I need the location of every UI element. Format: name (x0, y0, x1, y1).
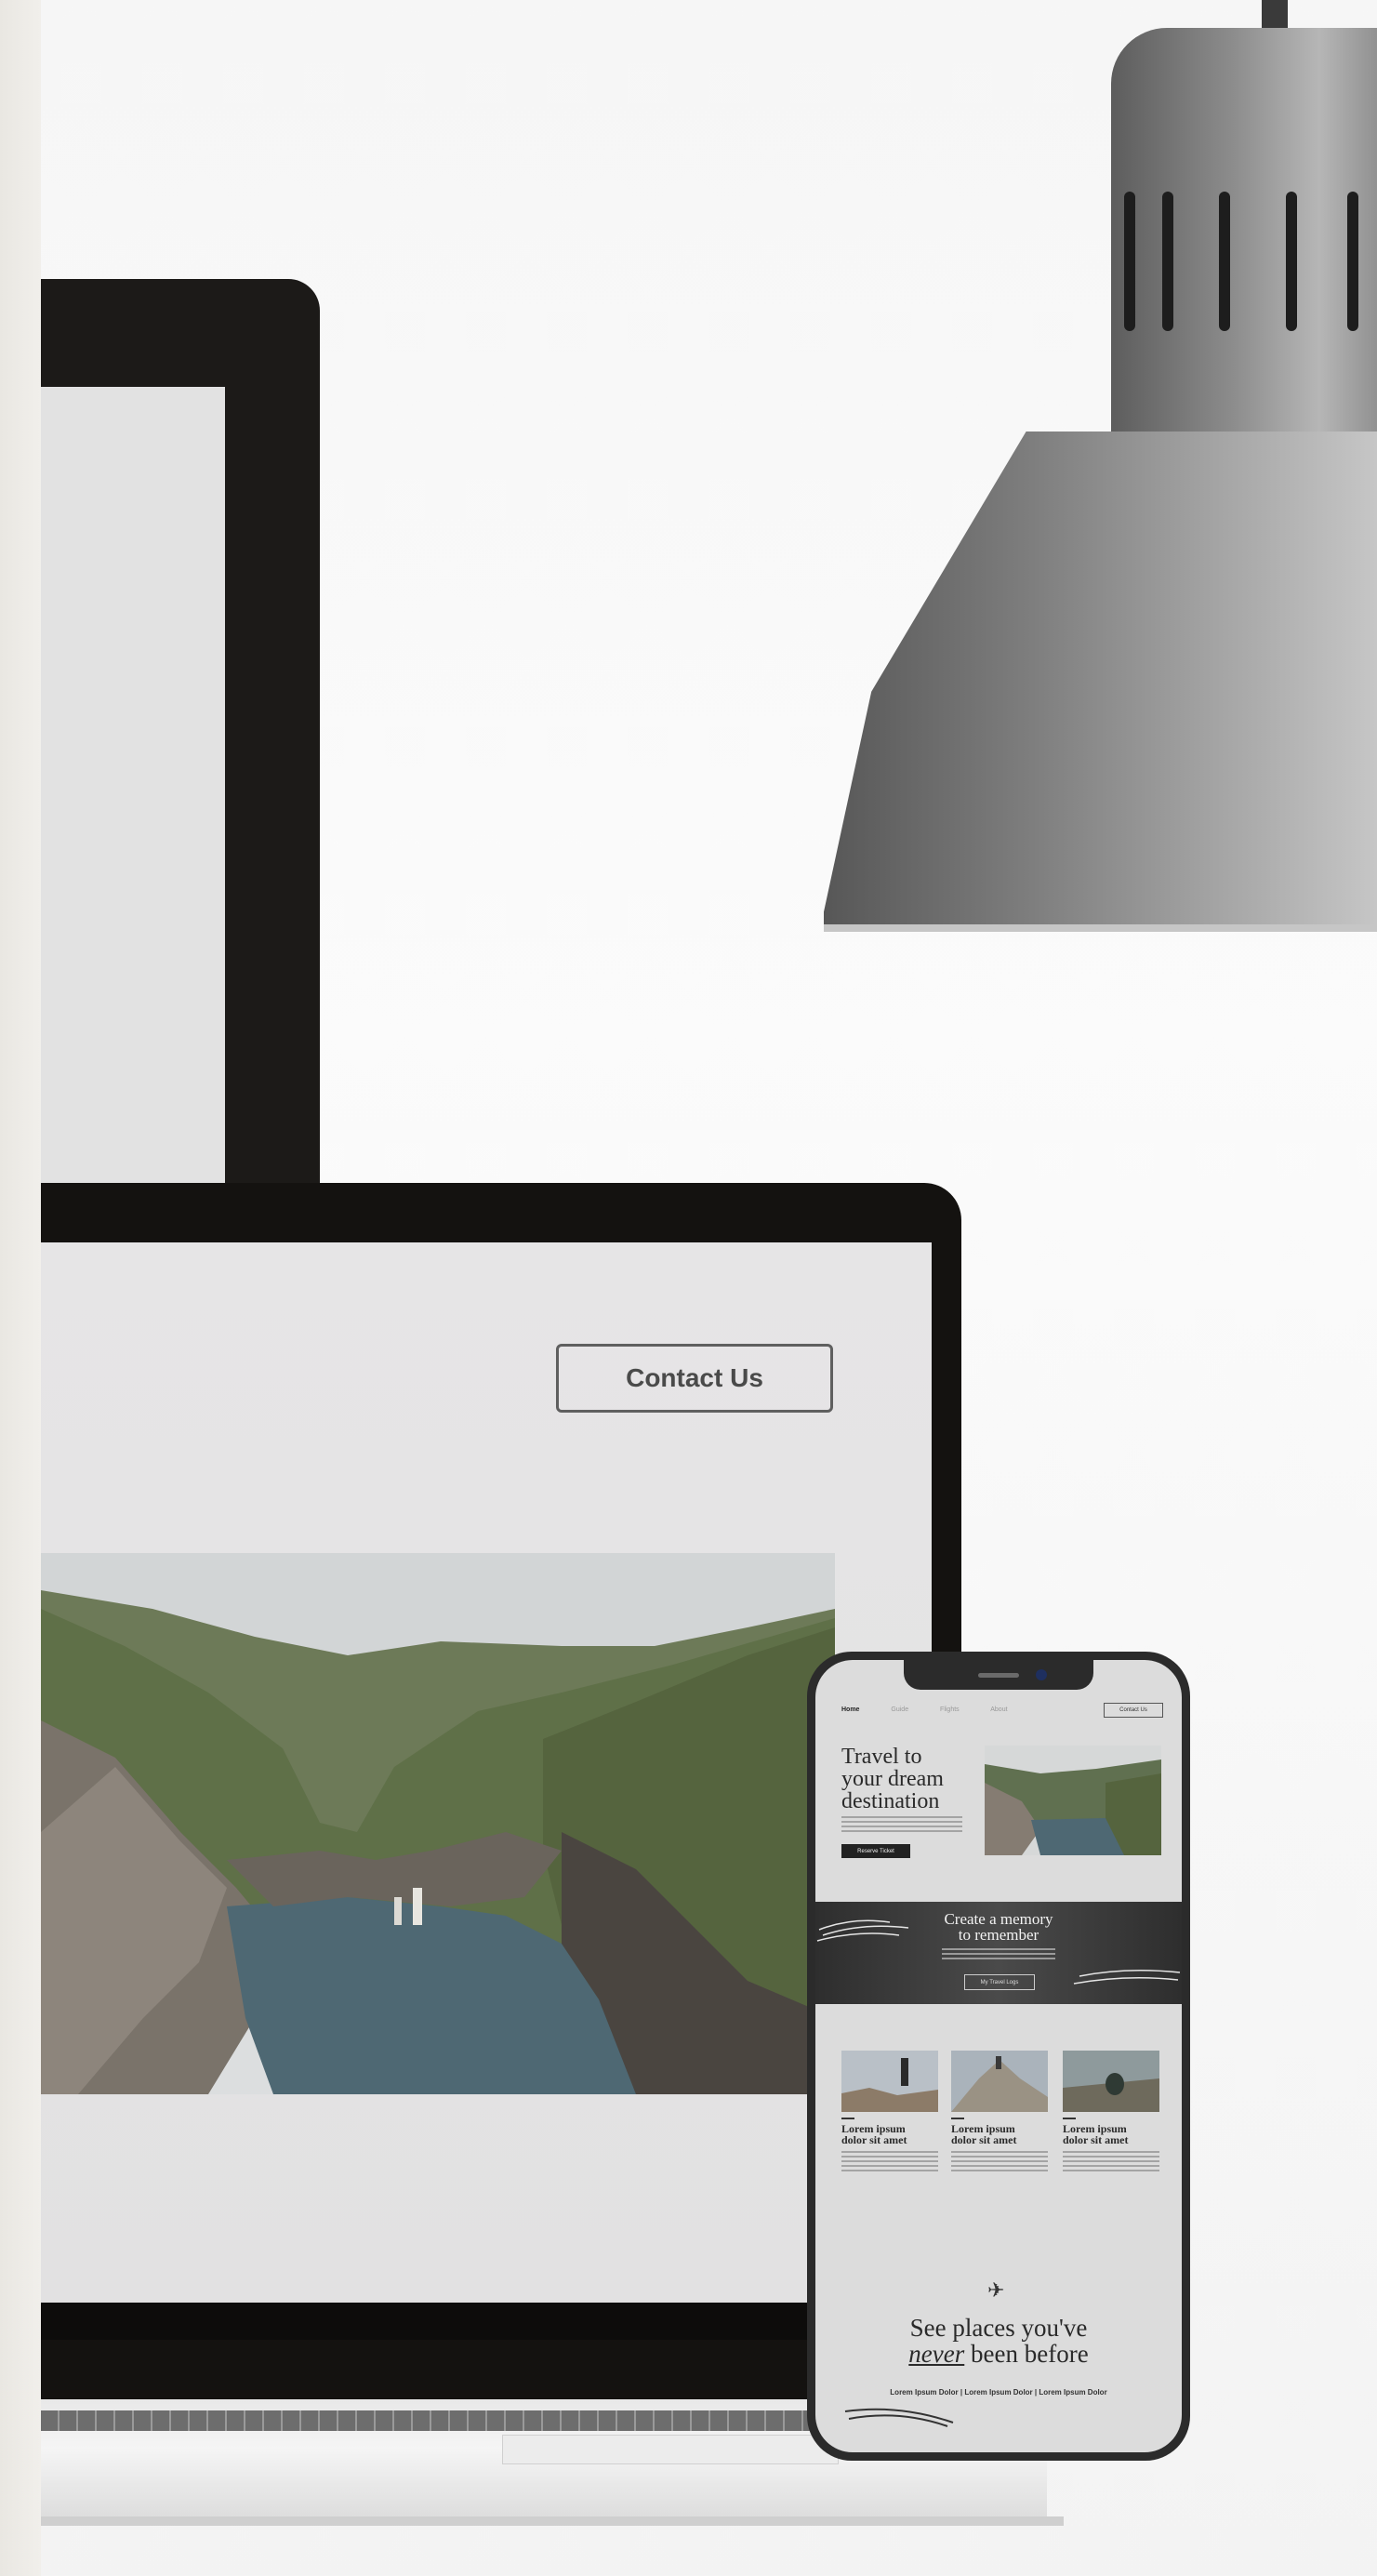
background-monitor-screen (41, 387, 225, 1188)
card-title: Lorem ipsum dolor sit amet (841, 2122, 907, 2146)
card-image (951, 2051, 1048, 2112)
laptop-trackpad (502, 2435, 839, 2464)
destination-card[interactable]: Lorem ipsum dolor sit amet (841, 2051, 938, 2171)
card-image (1063, 2051, 1159, 2112)
phone-screen: Home Guide Flights About Contact Us Trav… (815, 1660, 1182, 2452)
phone-notch (904, 1660, 1093, 1690)
nav-about[interactable]: About (990, 1706, 1007, 1713)
scribble-decoration (844, 2408, 954, 2427)
card-image (841, 2051, 938, 2112)
phone-hero-body-text (841, 1816, 962, 1835)
destination-card[interactable]: Lorem ipsum dolor sit amet (1063, 2051, 1159, 2171)
nav-guide[interactable]: Guide (891, 1706, 908, 1713)
plane-icon: ✈ (987, 2278, 1005, 2302)
desk-edge (41, 2516, 1064, 2526)
reserve-ticket-button[interactable]: Reserve Ticket (841, 1844, 910, 1858)
cta-subtitle: Lorem Ipsum Dolor | Lorem Ipsum Dolor | … (890, 2388, 1107, 2397)
lamp-shade (824, 432, 1377, 932)
nav-flights[interactable]: Flights (940, 1706, 960, 1713)
memory-band-body-text (942, 1948, 1055, 1961)
camera-icon (1036, 1669, 1047, 1680)
phone-hero-title: Travel to your dream destination (841, 1745, 944, 1813)
lamp-neck (1111, 28, 1377, 437)
card-body-text (1063, 2151, 1159, 2171)
card-body-text (841, 2151, 938, 2171)
cta-title: See places you've never been before (908, 2314, 1089, 2368)
phone-contact-button[interactable]: Contact Us (1104, 1703, 1163, 1718)
laptop-keyboard (41, 2410, 813, 2431)
phone-nav: Home Guide Flights About (841, 1706, 1038, 1713)
nav-home[interactable]: Home (841, 1706, 859, 1713)
laptop-screen: Contact Us (41, 1242, 932, 2303)
memory-band-title: Create a memory to remember (944, 1910, 1053, 1944)
memory-band: Create a memory to remember My Travel Lo… (815, 1902, 1182, 2004)
travel-logs-button[interactable]: My Travel Logs (964, 1974, 1035, 1990)
landscape-hero-image (41, 1553, 835, 2094)
card-title: Lorem ipsum dolor sit amet (951, 2122, 1017, 2146)
destination-card[interactable]: Lorem ipsum dolor sit amet (951, 2051, 1048, 2171)
background-left-edge (0, 0, 41, 2576)
card-title: Lorem ipsum dolor sit amet (1063, 2122, 1129, 2146)
card-body-text (951, 2151, 1048, 2171)
contact-us-button[interactable]: Contact Us (556, 1344, 833, 1413)
phone-hero-image (985, 1746, 1161, 1855)
